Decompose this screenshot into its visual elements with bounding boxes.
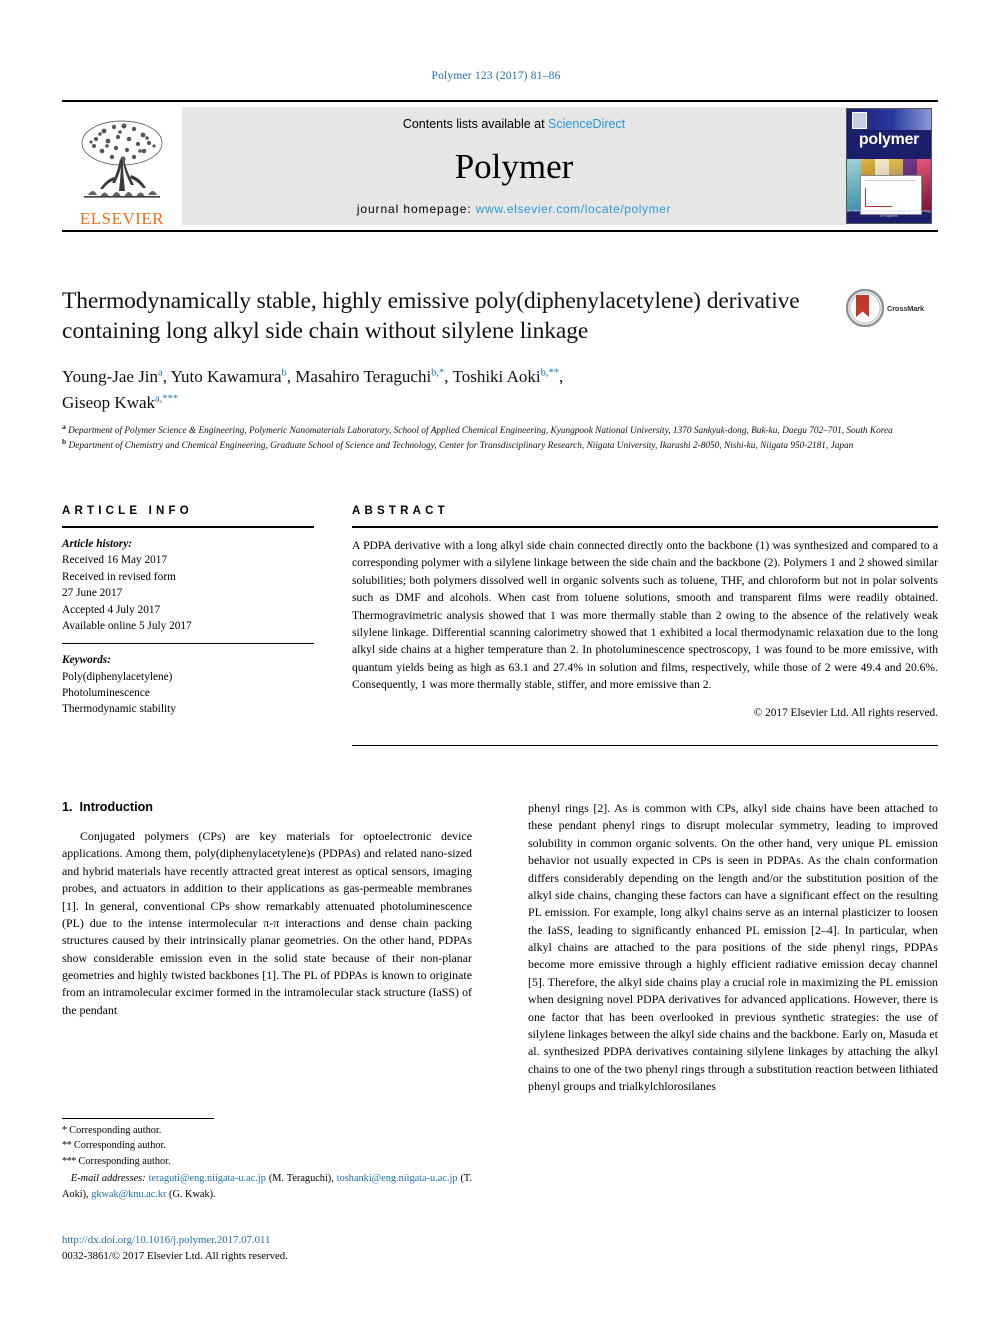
author-affil-mark: b,** [540, 367, 559, 379]
email-addresses-line: E-mail addresses: teraguti@eng.niigata-u… [62, 1173, 473, 1200]
keyword-item: Thermodynamic stability [62, 703, 176, 716]
journal-cover-thumbnail: polymer An International Journal for the… [846, 108, 932, 224]
cover-journal-title: polymer [858, 131, 920, 148]
affiliation-text: Department of Chemistry and Chemical Eng… [68, 440, 854, 451]
history-item: 27 June 2017 [62, 587, 123, 600]
author-name[interactable]: Giseop Kwak [62, 393, 155, 412]
keywords-label: Keywords: [62, 654, 111, 667]
history-item: Received in revised form [62, 570, 176, 583]
crossmark-icon [846, 289, 884, 327]
masthead-center-panel: Contents lists available at ScienceDirec… [182, 107, 846, 225]
journal-homepage-line: journal homepage: www.elsevier.com/locat… [357, 202, 671, 216]
affiliation-item: b Department of Chemistry and Chemical E… [62, 436, 922, 453]
footnote-marker: *** [62, 1155, 76, 1167]
paper-page: Polymer 123 (2017) 81–86 ELSEVIER Conten… [0, 0, 992, 1323]
footnote-marker: * [62, 1125, 67, 1136]
keywords-block: Keywords: Poly(diphenylacetylene) Photol… [62, 644, 314, 718]
article-info-heading: ARTICLE INFO [62, 505, 193, 517]
affiliation-mark: b [62, 436, 67, 446]
keyword-item: Photoluminescence [62, 687, 150, 699]
affiliations-block: a Department of Polymer Science & Engine… [62, 422, 922, 453]
author-name[interactable]: Yuto Kawamura [171, 367, 282, 386]
issn-copyright-line: 0032-3861/© 2017 Elsevier Ltd. All right… [62, 1250, 288, 1263]
body-columns: 1. Introduction Conjugated polymers (CPs)… [62, 800, 938, 1095]
email-link[interactable]: toshanki@eng.niigata-u.ac.jp [337, 1173, 458, 1184]
email-person: (M. Teraguchi) [268, 1173, 332, 1185]
author-name[interactable]: Masahiro Teraguchi [295, 367, 431, 386]
abstract-rule-bottom [352, 744, 938, 746]
author-name[interactable]: Young-Jae Jin [62, 367, 158, 386]
history-item: Available online 5 July 2017 [62, 619, 192, 632]
author-affil-mark: a,*** [155, 393, 179, 404]
footnote-text: Corresponding author. [69, 1125, 162, 1136]
footnote-item: * Corresponding author. [62, 1123, 472, 1138]
abstract-heading: ABSTRACT [352, 505, 449, 517]
section-heading-introduction: 1. Introduction [62, 800, 472, 814]
abstract-copyright: © 2017 Elsevier Ltd. All rights reserved… [753, 706, 938, 719]
email-link[interactable]: teraguti@eng.niigata-u.ac.jp [149, 1173, 266, 1184]
article-history-label: Article history: [62, 538, 132, 550]
affiliation-mark: a [62, 422, 66, 432]
keyword-item: Poly(diphenylacetylene) [62, 670, 173, 683]
footnote-item: *** Corresponding author. [62, 1154, 472, 1169]
footnote-text: Corresponding author. [73, 1140, 166, 1152]
cover-footer-text: An International Journal for the Science… [847, 208, 932, 218]
running-head: Polymer 123 (2017) 81–86 [431, 70, 561, 82]
email-link[interactable]: gkwak@knu.ac.kr [91, 1189, 166, 1200]
homepage-prefix: journal homepage: [356, 202, 476, 216]
author-name[interactable]: Toshiki Aoki [453, 367, 541, 386]
contents-prefix: Contents lists available at [402, 117, 549, 131]
body-column-left: 1. Introduction Conjugated polymers (CPs)… [62, 800, 472, 1095]
journal-masthead: ELSEVIER Contents lists available at Sci… [62, 100, 938, 232]
elsevier-logo: ELSEVIER [62, 102, 182, 230]
elsevier-wordmark: ELSEVIER [79, 209, 165, 228]
author-affil-mark: b,* [431, 367, 445, 379]
intro-paragraph-right: phenyl rings [2]. As is common with CPs,… [528, 801, 938, 1093]
footnote-divider [62, 1118, 214, 1119]
crossmark-badge[interactable]: CrossMark [846, 288, 938, 328]
email-person: (G. Kwak) [169, 1188, 214, 1200]
abstract-column: ABSTRACT A PDPA derivative with a long a… [352, 505, 938, 746]
footnote-item: ** Corresponding author. [62, 1138, 472, 1153]
article-info-column: ARTICLE INFO Article history: Received 1… [62, 505, 314, 746]
sciencedirect-link[interactable]: ScienceDirect [548, 117, 625, 131]
article-history-block: Article history: Received 16 May 2017 Re… [62, 528, 314, 634]
doi-block: http://dx.doi.org/10.1016/j.polymer.2017… [62, 1232, 482, 1264]
elsevier-tree-icon [81, 120, 163, 198]
doi-link[interactable]: http://dx.doi.org/10.1016/j.polymer.2017… [62, 1232, 482, 1248]
affiliation-text: Department of Polymer Science & Engineer… [68, 426, 893, 437]
intro-paragraph-left: Conjugated polymers (CPs) are key materi… [62, 829, 472, 1017]
abstract-text: A PDPA derivative with a long alkyl side… [352, 539, 938, 692]
section-title: Introduction [79, 800, 153, 814]
journal-homepage-link[interactable]: www.elsevier.com/locate/polymer [476, 202, 671, 216]
affiliation-item: a Department of Polymer Science & Engine… [62, 422, 922, 438]
section-number: 1. [62, 800, 73, 814]
history-item: Received 16 May 2017 [62, 554, 168, 567]
author-affil-mark: a [158, 367, 163, 379]
author-list: Young-Jae Jina, Yuto Kawamurab, Masahiro… [62, 367, 564, 412]
author-affil-mark: b [281, 367, 287, 379]
history-item: Accepted 4 July 2017 [62, 603, 161, 616]
contents-available-line: Contents lists available at ScienceDirec… [403, 117, 625, 131]
cover-badge-icon [852, 112, 867, 129]
page-title: Thermodynamically stable, highly emissiv… [62, 288, 800, 345]
journal-title: Polymer [454, 147, 574, 186]
footnote-marker: ** [62, 1140, 72, 1152]
info-abstract-row: ARTICLE INFO Article history: Received 1… [62, 505, 938, 746]
crossmark-label: CrossMark [887, 303, 924, 313]
body-column-right: phenyl rings [2]. As is common with CPs,… [528, 800, 938, 1095]
footnote-text: Corresponding author. [78, 1155, 171, 1167]
footnotes-block: * Corresponding author. ** Corresponding… [62, 1118, 472, 1202]
email-label: E-mail addresses: [70, 1173, 146, 1185]
title-block: CrossMark Thermodynamically stable, high… [62, 286, 938, 453]
